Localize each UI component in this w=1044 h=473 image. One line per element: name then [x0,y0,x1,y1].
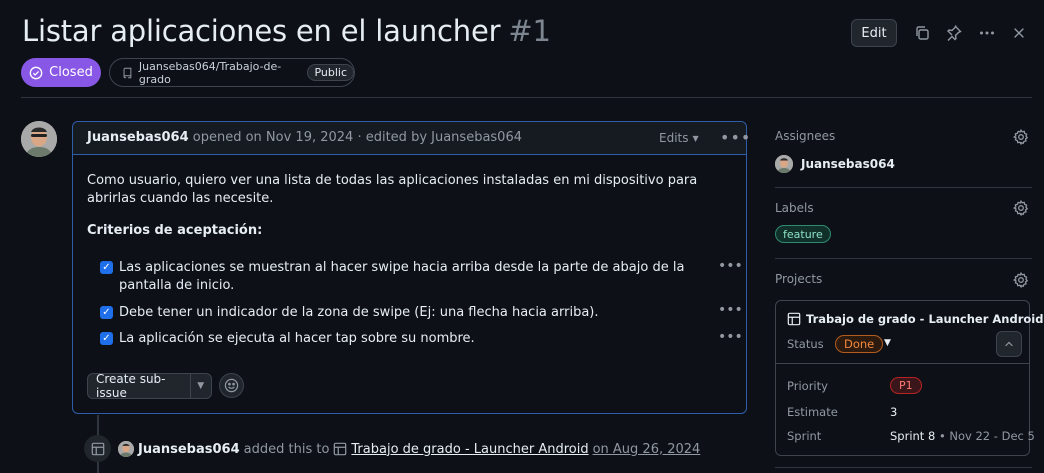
assignee-item[interactable]: Juansebas064 [775,155,895,173]
edit-button[interactable]: Edit [851,19,897,47]
project-sprint-label: Sprint [787,429,822,443]
assignee-name: Juansebas064 [801,157,895,171]
project-estimate-value[interactable]: 3 [890,405,897,419]
status-label: Closed [49,65,93,80]
task-item: ✓ Las aplicaciones se muestran al hacer … [100,259,725,295]
project-table-icon [787,312,801,326]
sprint-name: Sprint 8 [890,429,936,443]
projects-gear-icon[interactable] [1012,271,1029,289]
comment-body-text: Como usuario, quiero ver una lista de to… [87,173,698,206]
sidebar-divider [775,187,1032,188]
task-text: La aplicación se ejecuta al hacer tap so… [119,331,475,346]
criteria-heading: Criterios de aceptación: [87,223,263,238]
label-feature[interactable]: feature [775,225,831,243]
task-checkbox[interactable]: ✓ [100,332,113,345]
sprint-range: • Nov 22 - Dec 5 [938,429,1035,443]
more-options-icon[interactable] [978,24,996,42]
sidebar-divider [775,258,1032,259]
task-item: ✓ La aplicación se ejecuta al hacer tap … [100,330,725,348]
close-icon[interactable] [1010,24,1028,42]
project-estimate-label: Estimate [787,405,838,419]
comment-meta: opened on Nov 19, 2024 · edited by Juans… [192,130,522,145]
visibility-badge: Public [307,64,354,81]
check-circle-icon [29,66,43,79]
labels-heading: Labels [775,201,814,215]
project-title-text: Trabajo de grado - Launcher Android [806,312,1044,326]
project-card-title[interactable]: Trabajo de grado - Launcher Android [787,312,1043,326]
issue-title: Listar aplicaciones en el launcher #1 [22,14,551,48]
comment-options-icon[interactable]: ••• [720,128,751,147]
smiley-icon [224,378,239,393]
project-table-icon [334,442,347,456]
comment-author[interactable]: Juansebas064 [87,130,189,145]
project-status-value[interactable]: Done [835,335,884,353]
chevron-up-icon [1005,341,1013,347]
timeline-event: Juansebas064 added this to Trabajo de gr… [118,441,700,457]
timeline-project-link[interactable]: Trabajo de grado - Launcher Android [351,442,588,457]
copy-icon[interactable] [913,24,931,42]
create-sub-issue-button[interactable]: Create sub-issue ▼ [87,372,212,400]
task-options-icon[interactable]: ••• [718,258,743,274]
project-card-divider [776,363,1029,364]
repo-link[interactable]: Juansebas064/Trabajo-de-grado Public [109,58,355,87]
task-checkbox[interactable]: ✓ [100,261,113,274]
project-sprint-value[interactable]: Sprint 8 • Nov 22 - Dec 5 [890,429,1035,443]
assignees-gear-icon[interactable] [1012,128,1029,146]
pin-icon[interactable] [945,24,963,42]
chevron-down-icon[interactable]: ▼ [191,381,211,391]
collapse-project-button[interactable] [996,331,1022,357]
sidebar-divider [775,467,1032,468]
timeline-date[interactable]: on Aug 26, 2024 [593,442,701,457]
actor-avatar[interactable] [118,441,134,457]
issue-title-text: Listar aplicaciones en el launcher [22,14,501,48]
author-avatar[interactable] [21,121,57,157]
project-priority-label: Priority [787,379,828,393]
chevron-down-icon: ▼ [692,133,699,143]
timeline-actor[interactable]: Juansebas064 [138,442,240,457]
comment-author-line: Juansebas064 opened on Nov 19, 2024 · ed… [87,130,522,145]
add-reaction-button[interactable] [219,373,244,398]
issue-number: #1 [508,14,551,48]
assignee-avatar [775,155,793,173]
status-badge: Closed [21,58,101,87]
edits-label: Edits [659,131,689,145]
timeline-action: added this to [243,441,330,457]
create-sub-issue-label: Create sub-issue [88,372,191,400]
labels-gear-icon[interactable] [1012,199,1029,217]
task-item: ✓ Debe tener un indicador de la zona de … [100,304,725,322]
task-text: Las aplicaciones se muestran al hacer sw… [119,260,685,293]
project-priority-value[interactable]: P1 [890,377,922,394]
task-options-icon[interactable]: ••• [718,329,743,345]
projects-heading: Projects [775,272,823,286]
task-options-icon[interactable]: ••• [718,302,743,318]
repo-name: Juansebas064/Trabajo-de-grado [138,59,282,86]
edits-dropdown[interactable]: Edits ▼ [659,131,699,145]
repo-icon [123,67,132,78]
task-text: Debe tener un indicador de la zona de sw… [119,305,599,320]
assignees-heading: Assignees [775,129,836,143]
project-status-label: Status [787,337,824,351]
chevron-down-icon[interactable]: ▼ [884,338,891,348]
task-checkbox[interactable]: ✓ [100,306,113,319]
project-table-icon [84,435,111,462]
header-divider [21,97,1032,98]
